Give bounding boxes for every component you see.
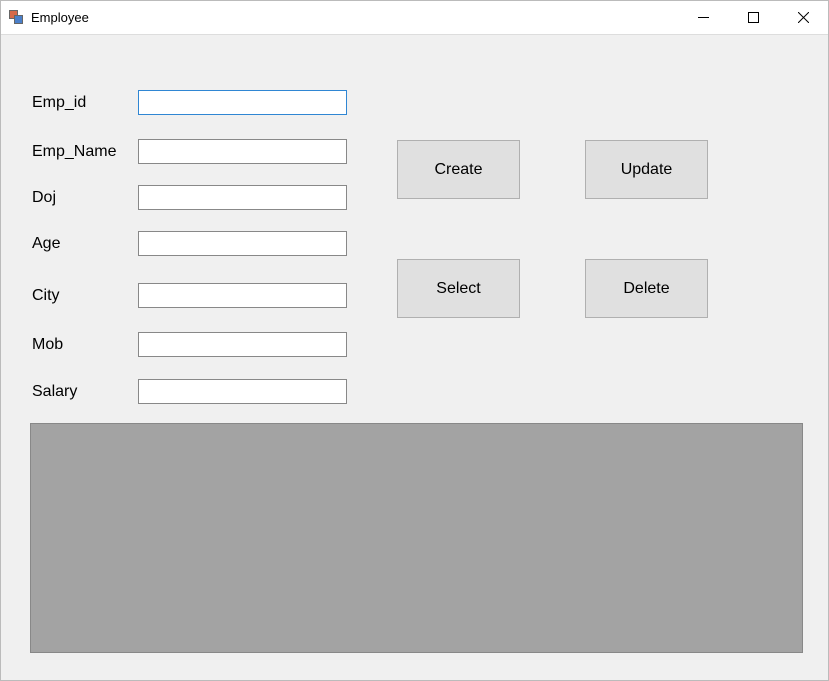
salary-input[interactable] <box>138 379 347 404</box>
maximize-button[interactable] <box>728 1 778 34</box>
select-button[interactable]: Select <box>397 259 520 318</box>
delete-button[interactable]: Delete <box>585 259 708 318</box>
window-title: Employee <box>31 10 89 25</box>
emp-id-label: Emp_id <box>32 94 86 112</box>
salary-label: Salary <box>32 383 77 401</box>
minimize-button[interactable] <box>678 1 728 34</box>
emp-name-label: Emp_Name <box>32 143 116 161</box>
emp-name-input[interactable] <box>138 139 347 164</box>
city-label: City <box>32 287 60 305</box>
minimize-icon <box>698 12 709 23</box>
mob-label: Mob <box>32 336 63 354</box>
emp-id-input[interactable] <box>138 90 347 115</box>
close-icon <box>798 12 809 23</box>
age-input[interactable] <box>138 231 347 256</box>
window-controls <box>678 1 828 34</box>
maximize-icon <box>748 12 759 23</box>
doj-input[interactable] <box>138 185 347 210</box>
close-button[interactable] <box>778 1 828 34</box>
app-icon <box>9 10 25 26</box>
create-button[interactable]: Create <box>397 140 520 199</box>
client-area: Emp_id Emp_Name Doj Age City Mob Salary … <box>1 35 828 680</box>
age-label: Age <box>32 235 60 253</box>
data-grid[interactable] <box>30 423 803 653</box>
doj-label: Doj <box>32 189 56 207</box>
update-button[interactable]: Update <box>585 140 708 199</box>
city-input[interactable] <box>138 283 347 308</box>
employee-window: Employee Emp_id Emp_Name Doj Age City Mo… <box>0 0 829 681</box>
titlebar[interactable]: Employee <box>1 1 828 35</box>
mob-input[interactable] <box>138 332 347 357</box>
